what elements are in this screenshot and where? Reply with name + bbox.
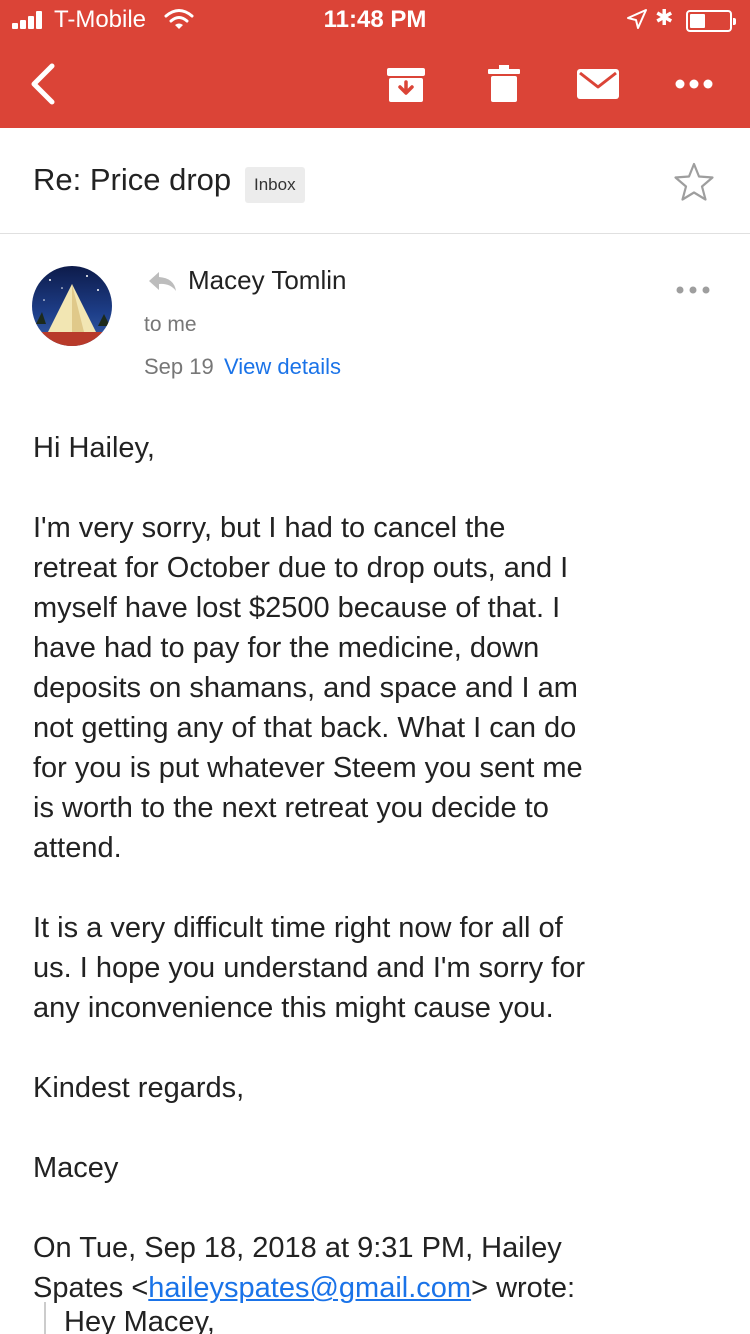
body-paragraph-2: It is a very difficult time right now fo… [33,912,586,1024]
body-signature: Macey [33,1152,119,1184]
quote-header: On Tue, Sep 18, 2018 at 9:31 PM, Hailey … [33,1228,723,1308]
quote-header-line-1: On Tue, Sep 18, 2018 at 9:31 PM, Hailey [33,1232,562,1264]
sender-name[interactable]: Macey Tomlin [188,265,346,296]
trash-icon[interactable] [484,56,524,112]
quote-header-prefix: Spates < [33,1272,149,1304]
back-arrow-icon[interactable] [22,56,68,112]
star-icon[interactable] [672,160,716,204]
sender-avatar[interactable] [32,266,112,346]
mail-icon[interactable] [574,56,622,112]
body-greeting: Hi Hailey, [33,432,155,464]
location-arrow-icon [627,9,647,29]
status-bar: T-Mobile 11:48 PM ✱ [0,0,750,40]
body-closing: Kindest regards, [33,1072,245,1104]
quoted-text: Hey Macey, [44,1302,704,1334]
body-paragraph-1: I'm very sorry, but I had to cancel the … [33,512,583,864]
email-body: Hi Hailey, I'm very sorry, but I had to … [33,428,723,1308]
quoted-email-link[interactable]: haileyspates@gmail.com [148,1272,471,1304]
email-subject: Re: Price drop [33,162,232,197]
inbox-label-chip[interactable]: Inbox [245,167,305,203]
reply-icon [149,272,176,291]
app-bar: T-Mobile 11:48 PM ✱ [0,0,750,128]
quote-header-suffix: > wrote: [471,1272,576,1304]
message-more-icon[interactable] [672,278,714,302]
archive-icon[interactable] [384,56,428,112]
recipient-text: to me [144,313,197,336]
more-options-icon[interactable] [668,56,720,112]
view-details-link[interactable]: View details [224,354,341,380]
message-date: Sep 19 [144,354,214,379]
battery-icon [686,10,736,32]
bluetooth-icon: ✱ [655,5,674,30]
subject-row: Re: Price drop Inbox [0,128,750,234]
